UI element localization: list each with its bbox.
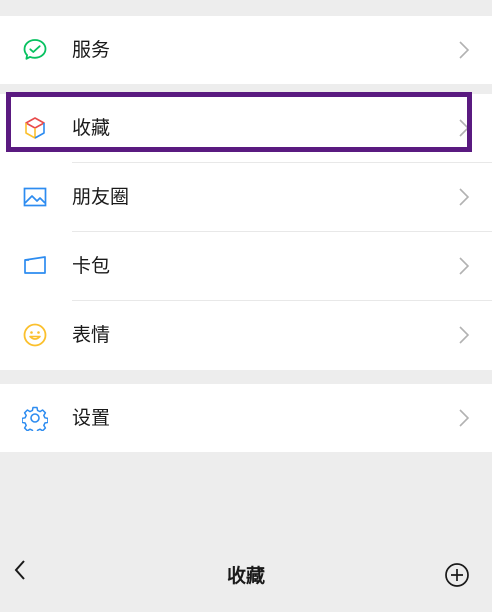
menu-item-favorites[interactable]: 收藏: [0, 94, 492, 162]
menu-item-label: 朋友圈: [72, 186, 130, 208]
chevron-right-icon: [458, 256, 470, 276]
chevron-right-icon: [458, 408, 470, 428]
menu-item-services[interactable]: 服务: [0, 16, 492, 84]
image-icon: [22, 184, 48, 210]
chevron-right-icon: [458, 118, 470, 138]
menu-item-cards[interactable]: 卡包: [0, 232, 492, 300]
bottom-navigation-bar: 收藏: [0, 540, 492, 600]
chevron-right-icon: [458, 187, 470, 207]
menu-item-settings[interactable]: 设置: [0, 384, 492, 452]
menu-item-stickers[interactable]: 表情: [0, 301, 492, 369]
menu-item-label: 表情: [72, 324, 111, 346]
menu-item-moments[interactable]: 朋友圈: [0, 163, 492, 231]
smiley-icon: [22, 322, 48, 348]
chevron-right-icon: [458, 40, 470, 60]
settings-group: 设置: [0, 384, 492, 452]
card-icon: [22, 253, 48, 279]
page-title: 收藏: [226, 565, 265, 587]
menu-item-label: 收藏: [72, 117, 111, 139]
plus-circle-icon[interactable]: [444, 562, 470, 588]
cube-icon: [22, 115, 48, 141]
wechat-pay-icon: [22, 37, 48, 63]
gear-icon: [22, 405, 48, 431]
features-group: 收藏 朋友圈 卡包 表情: [0, 94, 492, 370]
menu-item-label: 服务: [72, 39, 111, 61]
services-group: 服务: [0, 16, 492, 84]
menu-item-label: 设置: [72, 407, 111, 429]
chevron-right-icon: [458, 325, 470, 345]
menu-item-label: 卡包: [72, 255, 111, 277]
